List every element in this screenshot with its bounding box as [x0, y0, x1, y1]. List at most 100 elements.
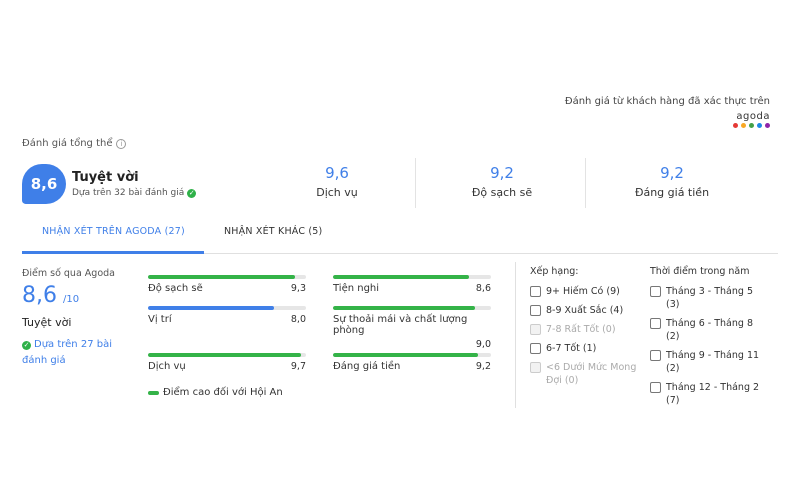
score-bar-value: 8,6 [475, 283, 491, 294]
agoda-dot [749, 123, 754, 128]
active-tab-indicator [22, 251, 204, 254]
checkbox [530, 324, 541, 335]
rating-filter-option-label: 6-7 Tốt (1) [546, 343, 597, 354]
time-filter-option-label: Tháng 12 - Tháng 2 (7) [666, 382, 760, 406]
time-filter-option[interactable]: Tháng 12 - Tháng 2 (7) [650, 381, 760, 407]
category-score-label: Dịch vụ [316, 186, 358, 199]
score-bar-fill [333, 306, 476, 310]
summary-based-on-text: Dựa trên 32 bài đánh giá [72, 188, 185, 198]
score-bar-track [148, 275, 306, 279]
summary-word: Tuyệt vời [72, 170, 139, 185]
agoda-logo-text: agoda [736, 111, 770, 122]
score-bar: Sự thoải mái và chất lượng phòng 9,0 [333, 306, 491, 350]
time-filter-option[interactable]: Tháng 3 - Tháng 5 (3) [650, 285, 760, 311]
agoda-score-panel: Điểm số qua Agoda 8,6 /10 Tuyệt vời ✓ Dựa… [22, 268, 132, 369]
category-score-value: 9,6 [325, 164, 349, 182]
score-bar-fill [148, 306, 275, 310]
score-bar-value: 9,2 [475, 361, 491, 372]
category-score-label: Đáng giá tiền [634, 186, 710, 199]
agoda-dot [765, 123, 770, 128]
agoda-score: 8,6 /10 [22, 283, 132, 308]
overall-score-badge: 8,6 [22, 164, 66, 204]
divider [415, 158, 416, 208]
checkbox[interactable] [650, 350, 661, 361]
score-bar-label: Vị trí [148, 314, 172, 325]
legend-text: Điểm cao đối với Hội An [163, 387, 283, 398]
category-score-value: 9,2 [660, 164, 684, 182]
time-of-year-filter: Thời điểm trong năm Tháng 3 - Tháng 5 (3… [650, 266, 760, 413]
tab-other-reviews[interactable]: NHẬN XÉT KHÁC (5) [224, 226, 322, 237]
score-bar-fill [148, 275, 295, 279]
score-bar-fill [148, 353, 302, 357]
rating-filter-option[interactable]: 6-7 Tốt (1) [530, 342, 640, 355]
score-bar-value: 9,0 [475, 339, 491, 350]
score-bar-value: 8,0 [290, 314, 306, 325]
check-circle-icon: ✓ [187, 188, 197, 198]
agoda-based-on-text: Dựa trên 27 bài đánh giá [22, 339, 112, 366]
rating-filter-option-label: 9+ Hiếm Có (9) [546, 286, 620, 297]
rating-filter-option-label: 7-8 Rất Tốt (0) [546, 324, 616, 335]
rating-summary: 8,6 Tuyệt vời Dựa trên 32 bài đánh giá ✓… [22, 158, 778, 208]
category-score: 9,6 Dịch vụ [272, 158, 402, 208]
high-score-legend: Điểm cao đối với Hội An [148, 387, 283, 398]
checkbox[interactable] [530, 286, 541, 297]
rating-filter-option: <6 Dưới Mức Mong Đợi (0) [530, 361, 640, 387]
time-filter-option-label: Tháng 9 - Tháng 11 (2) [666, 350, 760, 374]
tab-agoda-reviews[interactable]: NHẬN XÉT TRÊN AGODA (27) [42, 226, 185, 237]
checkbox[interactable] [530, 305, 541, 316]
score-bar-fill [333, 353, 479, 357]
overall-rating-label: Đánh giá tổng thể i [22, 138, 127, 149]
score-bar-track [148, 306, 306, 310]
rating-filter-option-label: <6 Dưới Mức Mong Đợi (0) [546, 362, 637, 386]
category-score: 9,2 Độ sạch sẽ [437, 158, 567, 208]
checkbox[interactable] [650, 318, 661, 329]
verified-text: Đánh giá từ khách hàng đã xác thực trên [564, 96, 770, 107]
checkbox[interactable] [650, 382, 661, 393]
rating-filter-option-label: 8-9 Xuất Sắc (4) [546, 305, 624, 316]
time-filter-option[interactable]: Tháng 9 - Tháng 11 (2) [650, 349, 760, 375]
score-bar-fill [333, 275, 469, 279]
time-filter-option-label: Tháng 6 - Tháng 8 (2) [666, 318, 753, 342]
score-bar: Độ sạch sẽ 9,3 [148, 275, 306, 294]
agoda-logo-dots [565, 123, 770, 128]
score-bar-track [148, 353, 306, 357]
score-bar: Dịch vụ 9,7 [148, 353, 306, 372]
summary-based-on: Dựa trên 32 bài đánh giá ✓ [72, 188, 197, 198]
overall-rating-text: Đánh giá tổng thể [22, 138, 113, 149]
category-score-value: 9,2 [490, 164, 514, 182]
agoda-score-word: Tuyệt vời [22, 316, 72, 329]
score-bar-label: Đáng giá tiền [333, 361, 401, 372]
score-bar: Đáng giá tiền 9,2 [333, 353, 491, 372]
info-icon[interactable]: i [116, 138, 127, 149]
time-filter-title: Thời điểm trong năm [650, 266, 750, 277]
score-bar-track [333, 275, 491, 279]
score-bar-label: Độ sạch sẽ [148, 283, 203, 294]
score-bar-value: 9,7 [290, 361, 306, 372]
rating-filter-title: Xếp hạng: [530, 266, 579, 277]
checkbox[interactable] [530, 343, 541, 354]
score-bar-track [333, 306, 491, 310]
agoda-logo: agoda [565, 111, 770, 128]
legend-swatch [148, 390, 159, 395]
verified-source: Đánh giá từ khách hàng đã xác thực trên … [565, 96, 770, 128]
agoda-dot [757, 123, 762, 128]
review-tabs: NHẬN XÉT TRÊN AGODA (27) NHẬN XÉT KHÁC (… [22, 218, 778, 254]
divider [515, 262, 516, 408]
agoda-dot [733, 123, 738, 128]
time-filter-option[interactable]: Tháng 6 - Tháng 8 (2) [650, 317, 760, 343]
rating-filter-option[interactable]: 8-9 Xuất Sắc (4) [530, 304, 640, 317]
agoda-based-on[interactable]: ✓ Dựa trên 27 bài đánh giá [22, 337, 132, 369]
check-circle-icon: ✓ [22, 340, 31, 350]
category-score-label: Độ sạch sẽ [471, 186, 533, 199]
rating-filter-option[interactable]: 9+ Hiếm Có (9) [530, 285, 640, 298]
score-bar-label: Dịch vụ [148, 361, 186, 372]
checkbox[interactable] [650, 286, 661, 297]
score-bar-track [333, 353, 491, 357]
summary-text: Tuyệt vời Dựa trên 32 bài đánh giá ✓ [72, 170, 197, 198]
agoda-score-caption: Điểm số qua Agoda [22, 268, 115, 279]
score-bar: Vị trí 8,0 [148, 306, 306, 325]
agoda-dot [741, 123, 746, 128]
rating-filter: Xếp hạng: 9+ Hiếm Có (9) 8-9 Xuất Sắc (4… [530, 266, 640, 393]
score-bar-label: Sự thoải mái và chất lượng phòng [333, 314, 468, 336]
checkbox [530, 362, 541, 373]
